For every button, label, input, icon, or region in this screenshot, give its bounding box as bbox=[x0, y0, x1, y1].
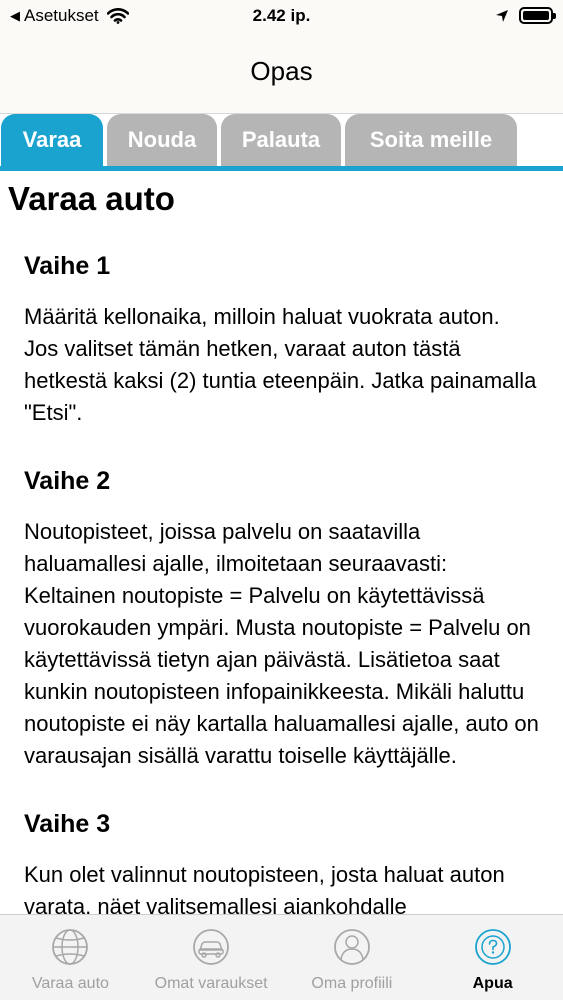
tab-label: Palauta bbox=[241, 127, 321, 152]
tabbar-item-omat-varaukset[interactable]: Omat varaukset bbox=[141, 915, 282, 1000]
car-icon bbox=[193, 929, 230, 965]
guide-content[interactable]: Varaa auto Vaihe 1 Määritä kellonaika, m… bbox=[0, 172, 563, 914]
bottom-tab-bar: Varaa auto Omat varaukset Oma profiili A… bbox=[0, 914, 563, 1000]
section-heading: Varaa auto bbox=[8, 180, 175, 217]
status-time: 2.42 ip. bbox=[252, 6, 311, 25]
globe-icon bbox=[52, 929, 89, 965]
tabbar-item-apua[interactable]: Apua bbox=[422, 915, 563, 1000]
guide-tabs: Varaa Nouda Palauta Soita meille bbox=[0, 114, 563, 172]
tabbar-item-oma-profiili[interactable]: Oma profiili bbox=[282, 915, 423, 1000]
navigation-bar: Opas bbox=[0, 32, 563, 114]
step-body: Noutopisteet, joissa palvelu on saatavil… bbox=[24, 519, 539, 768]
tab-label: Varaa bbox=[22, 127, 82, 152]
step-body: Kun olet valinnut noutopisteen, josta ha… bbox=[24, 862, 505, 914]
step-title: Vaihe 2 bbox=[24, 467, 111, 495]
step-1: Vaihe 1 Määritä kellonaika, milloin halu… bbox=[24, 252, 539, 429]
page-title: Opas bbox=[250, 56, 313, 86]
location-arrow-icon bbox=[496, 9, 508, 22]
help-icon bbox=[474, 929, 511, 965]
status-bar: ◀ Asetukset 2.42 ip. bbox=[0, 0, 563, 32]
person-icon bbox=[333, 929, 370, 965]
tab-label: Soita meille bbox=[369, 127, 493, 152]
tab-nouda[interactable]: Nouda bbox=[107, 114, 217, 166]
tabbar-label: Omat varaukset bbox=[154, 975, 268, 992]
step-title: Vaihe 3 bbox=[24, 810, 111, 838]
tabbar-label: Apua bbox=[472, 975, 513, 992]
tabbar-label: Oma profiili bbox=[311, 975, 393, 992]
tabbar-label: Varaa auto bbox=[31, 975, 109, 992]
step-title: Vaihe 1 bbox=[24, 252, 111, 280]
battery-icon bbox=[519, 7, 556, 24]
tab-label: Nouda bbox=[127, 127, 197, 152]
step-3: Vaihe 3 Kun olet valinnut noutopisteen, … bbox=[24, 810, 539, 914]
tabbar-item-varaa-auto[interactable]: Varaa auto bbox=[0, 915, 141, 1000]
tab-varaa[interactable]: Varaa bbox=[1, 114, 103, 166]
step-body: Määritä kellonaika, milloin haluat vuokr… bbox=[24, 304, 537, 425]
tab-soita-meille[interactable]: Soita meille bbox=[345, 114, 517, 166]
step-2: Vaihe 2 Noutopisteet, joissa palvelu on … bbox=[24, 467, 539, 772]
tab-underline bbox=[0, 166, 563, 171]
tab-palauta[interactable]: Palauta bbox=[221, 114, 341, 166]
